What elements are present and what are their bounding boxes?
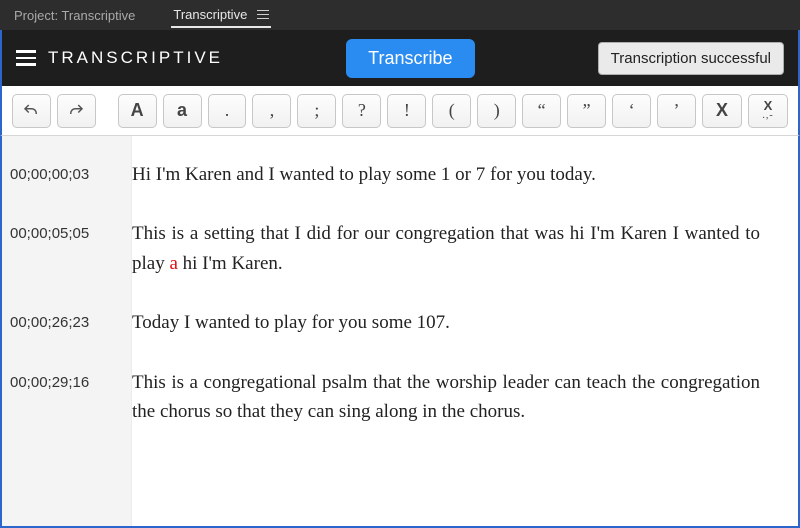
undo-button[interactable] — [12, 94, 51, 128]
editor-toolbar: A a . , ; ? ! ( ) “ ” ‘ ’ X X .,- — [0, 86, 800, 136]
undo-icon — [22, 102, 40, 120]
timecode[interactable]: 00;00;00;03 — [2, 160, 132, 186]
active-tab[interactable]: Transcriptive — [171, 2, 271, 28]
tab-label: Transcriptive — [173, 7, 247, 22]
segment-text[interactable]: This is a congregational psalm that the … — [132, 368, 760, 427]
close-single-quote-button[interactable]: ’ — [657, 94, 696, 128]
exclamation-button[interactable]: ! — [387, 94, 426, 128]
lowercase-button[interactable]: a — [163, 94, 202, 128]
project-label: Project: Transcriptive — [14, 8, 135, 23]
question-button[interactable]: ? — [342, 94, 381, 128]
status-badge: Transcription successful — [598, 42, 784, 75]
period-button[interactable]: . — [208, 94, 247, 128]
main-header: TRANSCRIPTIVE Transcribe Transcription s… — [0, 30, 800, 86]
redo-button[interactable] — [57, 94, 96, 128]
timecode[interactable]: 00;00;05;05 — [2, 219, 132, 245]
segment-text[interactable]: Today I wanted to play for you some 107. — [132, 308, 450, 337]
redo-icon — [67, 102, 85, 120]
menu-icon[interactable] — [16, 50, 36, 66]
tab-menu-icon[interactable] — [257, 10, 269, 20]
transcript-segment[interactable]: 00;00;29;16 This is a congregational psa… — [158, 368, 760, 427]
timecode[interactable]: 00;00;26;23 — [2, 308, 132, 334]
lparen-button[interactable]: ( — [432, 94, 471, 128]
open-single-quote-button[interactable]: ‘ — [612, 94, 651, 128]
semicolon-button[interactable]: ; — [297, 94, 336, 128]
app-top-bar: Project: Transcriptive Transcriptive — [0, 0, 800, 30]
timecode[interactable]: 00;00;29;16 — [2, 368, 132, 394]
transcribe-button[interactable]: Transcribe — [346, 39, 474, 78]
brand-title: TRANSCRIPTIVE — [48, 48, 223, 68]
uppercase-button[interactable]: A — [118, 94, 157, 128]
transcript-editor[interactable]: 00;00;00;03 Hi I'm Karen and I wanted to… — [0, 136, 800, 528]
transcript-content[interactable]: 00;00;00;03 Hi I'm Karen and I wanted to… — [132, 136, 798, 526]
close-double-quote-button[interactable]: ” — [567, 94, 606, 128]
transcript-segment[interactable]: 00;00;05;05 This is a setting that I did… — [158, 219, 760, 278]
clear-punct-icon: X .,- — [762, 101, 773, 119]
clear-word-button[interactable]: X — [702, 94, 742, 128]
transcript-segment[interactable]: 00;00;00;03 Hi I'm Karen and I wanted to… — [158, 160, 760, 189]
rparen-button[interactable]: ) — [477, 94, 516, 128]
segment-text[interactable]: Hi I'm Karen and I wanted to play some 1… — [132, 160, 596, 189]
open-double-quote-button[interactable]: “ — [522, 94, 561, 128]
transcript-segment[interactable]: 00;00;26;23 Today I wanted to play for y… — [158, 308, 760, 337]
clear-punct-button[interactable]: X .,- — [748, 94, 788, 128]
low-confidence-word[interactable]: a — [169, 253, 177, 274]
comma-button[interactable]: , — [252, 94, 291, 128]
segment-text[interactable]: This is a setting that I did for our con… — [132, 219, 760, 278]
